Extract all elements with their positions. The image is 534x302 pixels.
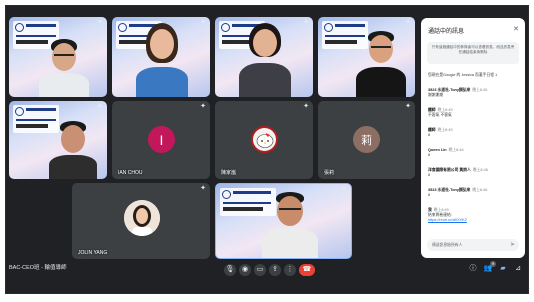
- avatar-initial: I: [159, 131, 164, 148]
- message-sender: 鐵師: [428, 108, 436, 112]
- pin-icon[interactable]: ✦: [404, 19, 412, 27]
- pin-icon[interactable]: ✦: [404, 103, 412, 111]
- captions-button[interactable]: ▭: [254, 264, 266, 276]
- pin-icon[interactable]: ✦: [199, 19, 207, 27]
- present-button[interactable]: ⇪: [269, 264, 281, 276]
- chat-title: 通話中的訊息: [428, 29, 465, 35]
- participant-tile[interactable]: 莉 ✦ 張莉: [318, 101, 415, 179]
- chat-message: Queen Lin 晚上8:46 8: [428, 148, 520, 158]
- people-count-badge: 9: [490, 261, 496, 267]
- participant-video: [239, 23, 291, 97]
- send-icon[interactable]: ➤: [510, 239, 515, 251]
- chat-message: 鐵師 晚上8:45 8: [428, 128, 520, 138]
- participant-name: JOLIN YANG: [78, 250, 108, 256]
- message-text: 8: [428, 173, 431, 177]
- close-icon[interactable]: ✕: [513, 25, 519, 33]
- mic-button[interactable]: 🎙: [224, 264, 236, 276]
- participant-name: 陳家嵐: [221, 170, 237, 176]
- pin-icon[interactable]: ✦: [199, 103, 207, 111]
- message-sender: 洋食國際有限公司 黃詩人: [428, 168, 471, 172]
- participant-video: [39, 37, 89, 97]
- message-text: 您現在是Google 的 Jessica 而著手日程 1: [428, 73, 498, 77]
- participant-tile[interactable]: ✦: [215, 183, 352, 259]
- meet-window: ✦ ✦ ✦ ✦ ✦ I ✦ IAN CHOU ✦ 陳家嵐 莉 ✦ 張莉 ✦ JO…: [5, 5, 529, 294]
- participant-avatar: 莉: [353, 126, 380, 153]
- profile-photo-icon: [124, 200, 160, 236]
- message-time: 晚上8:46: [448, 148, 464, 152]
- message-sender: 鐵師: [428, 128, 436, 132]
- more-button[interactable]: ⋮: [284, 264, 296, 276]
- participant-tile[interactable]: ✦ 陳家嵐: [215, 101, 313, 179]
- participant-tile[interactable]: ✦: [112, 17, 210, 97]
- participant-video: [262, 192, 318, 258]
- message-text: 8: [428, 193, 431, 197]
- participant-avatar-image: [251, 126, 278, 153]
- participant-name: IAN CHOU: [118, 170, 143, 176]
- activities-button[interactable]: ⊿: [513, 264, 523, 274]
- info-button[interactable]: ⓘ: [468, 264, 478, 274]
- chat-message: 3523 水道社-Tony顏弘來 晚上8:46 8: [428, 188, 520, 198]
- pin-icon[interactable]: ✦: [302, 103, 310, 111]
- participant-video: [134, 23, 190, 97]
- message-text: 8: [428, 153, 431, 157]
- pin-icon[interactable]: ✦: [199, 185, 207, 193]
- character-image-icon: [256, 132, 273, 148]
- message-time: 晚上8:45: [437, 128, 453, 132]
- participant-tile[interactable]: ✦: [9, 101, 107, 179]
- participant-video: [356, 31, 406, 97]
- chat-message: 洋食國際有限公司 黃詩人 晚上8:46 8: [428, 168, 520, 178]
- meeting-title: BAC-CEO班 - 輪值導師: [9, 265, 67, 271]
- participant-avatar: I: [148, 126, 175, 153]
- people-button[interactable]: 👥 9: [483, 261, 496, 274]
- message-time: 晚上8:45: [437, 108, 453, 112]
- message-text: 不客氣 不客氣: [428, 113, 452, 117]
- pin-icon[interactable]: ✦: [340, 186, 348, 194]
- chat-message: 您現在是Google 的 Jessica 而著手日程 1: [428, 73, 520, 78]
- participant-tile[interactable]: ✦: [215, 17, 313, 97]
- chat-message: 3523 水道社-Tony顏弘來 晚上8:45 謝謝謝謝: [428, 88, 520, 98]
- participant-tile[interactable]: ✦: [9, 17, 107, 97]
- participant-video: [49, 121, 97, 179]
- message-link[interactable]: https://reurl.cc/d0XVK2: [428, 218, 520, 223]
- pin-icon[interactable]: ✦: [302, 19, 310, 27]
- video-grid: ✦ ✦ ✦ ✦ ✦ I ✦ IAN CHOU ✦ 陳家嵐 莉 ✦ 張莉 ✦ JO…: [6, 6, 418, 293]
- message-time: 晚上8:46: [472, 188, 488, 192]
- pin-icon[interactable]: ✦: [96, 103, 104, 111]
- participant-name: 張莉: [324, 170, 335, 176]
- end-call-button[interactable]: ☎: [299, 264, 315, 276]
- message-time: 晚上8:46: [472, 168, 488, 172]
- chat-input[interactable]: 傳送訊息給所有人 ➤: [427, 239, 519, 251]
- message-time: 晚上8:49: [433, 208, 449, 212]
- chat-input-placeholder: 傳送訊息給所有人: [432, 243, 463, 247]
- participant-avatar-image: [124, 200, 160, 236]
- message-text: 謝謝謝謝: [428, 93, 444, 97]
- participant-tile[interactable]: ✦: [318, 17, 415, 97]
- avatar-initial: 莉: [361, 134, 372, 147]
- chat-message: 我晚上8:49 結束問卷連結： https://reurl.cc/d0XVK2: [428, 208, 520, 223]
- chat-button[interactable]: ▰: [498, 264, 508, 274]
- message-sender: 我: [428, 208, 432, 212]
- camera-button[interactable]: ◉: [239, 264, 251, 276]
- chat-panel: 通話中的訊息 ✕ 只有這個通話中的參與者可以查看訊息，而且訊息會在通話結束後刪除…: [421, 18, 525, 258]
- participant-tile[interactable]: ✦ JOLIN YANG: [72, 183, 210, 259]
- pin-icon[interactable]: ✦: [96, 19, 104, 27]
- message-text: 8: [428, 133, 431, 137]
- message-sender: 3523 水道社-Tony顏弘來: [428, 88, 471, 92]
- message-time: 晚上8:45: [472, 88, 488, 92]
- chat-notice: 只有這個通話中的參與者可以查看訊息，而且訊息會在通話結束後刪除: [427, 42, 519, 64]
- chat-message: 鐵師 晚上8:45 不客氣 不客氣: [428, 108, 520, 118]
- participant-tile[interactable]: I ✦ IAN CHOU: [112, 101, 210, 179]
- message-sender: 3523 水道社-Tony顏弘來: [428, 188, 471, 192]
- message-sender: Queen Lin: [428, 148, 447, 152]
